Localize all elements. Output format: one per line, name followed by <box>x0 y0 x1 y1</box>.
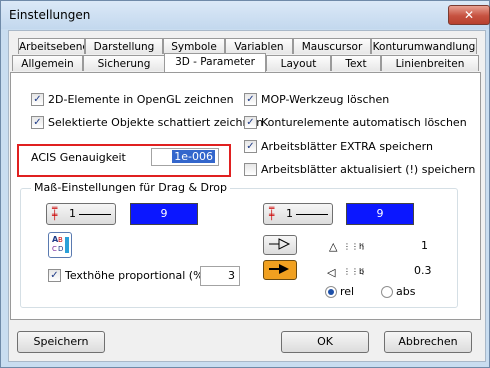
label-selected-shaded: Selektierte Objekte schattiert zeichnen <box>48 116 264 129</box>
save-button[interactable]: Speichern <box>17 331 105 353</box>
title-bar[interactable]: Einstellungen ✕ <box>1 1 490 29</box>
b-value: 0.3 <box>414 264 432 277</box>
tab-layout[interactable]: Layout <box>266 55 331 71</box>
filled-arrow-icon <box>269 264 289 274</box>
close-icon: ✕ <box>463 8 475 22</box>
label-contour-delete: Konturelemente automatisch löschen <box>261 116 467 129</box>
left-linestyle-button[interactable]: ═ ╪ 1 <box>46 203 116 225</box>
triangle-icon: △ <box>329 240 338 253</box>
right-color-box[interactable]: 9 <box>346 203 414 225</box>
checkbox-updated-save[interactable] <box>244 163 257 176</box>
label-extra-save: Arbeitsblätter EXTRA speichern <box>261 140 433 153</box>
right-linestyle-button[interactable]: ═ ╪ 1 <box>263 203 333 225</box>
text-style-icon: A B C D <box>52 235 69 253</box>
radio-abs[interactable] <box>381 286 393 298</box>
checkbox-text-height[interactable]: ✓ <box>48 269 61 282</box>
checkbox-contour-delete[interactable]: ✓ <box>244 116 257 129</box>
left-line-value: 1 <box>69 207 76 220</box>
checkbox-mop-delete[interactable]: ✓ <box>244 93 257 106</box>
tab-sicherung[interactable]: Sicherung <box>83 55 165 71</box>
window-title: Einstellungen <box>9 8 91 22</box>
acis-precision-input[interactable]: 1e-006 <box>151 148 219 166</box>
label-2d-opengl: 2D-Elemente in OpenGL zeichnen <box>48 93 234 106</box>
text-height-value: 3 <box>228 269 235 282</box>
filled-arrow-button[interactable] <box>263 260 297 280</box>
svg-text:D: D <box>58 245 63 253</box>
b-label: b <box>359 267 365 276</box>
radio-rel[interactable] <box>325 286 337 298</box>
tab-text[interactable]: Text <box>331 55 381 71</box>
tab-arbeitsebene[interactable]: Arbeitsebene <box>18 38 85 54</box>
svg-text:C: C <box>52 245 57 253</box>
wedge-icon: ◁ <box>327 266 336 279</box>
cancel-button[interactable]: Abbrechen <box>384 331 472 353</box>
tab-3d-parameter[interactable]: 3D - Parameter <box>164 53 266 72</box>
label-updated-save: Arbeitsblätter aktualisiert (!) speicher… <box>261 163 476 176</box>
open-arrow-icon <box>269 238 291 250</box>
dimension-line-icon: ═ ╪ <box>52 204 58 221</box>
checkbox-extra-save[interactable]: ✓ <box>244 140 257 153</box>
radio-abs-label: abs <box>396 285 416 298</box>
label-text-height: Texthöhe proportional (%) <box>65 269 208 282</box>
dimension-line-icon: ═ ╪ <box>269 204 275 221</box>
drag-drop-group-title: Maß-Einstellungen für Drag & Drop <box>31 181 231 194</box>
label-mop-delete: MOP-Werkzeug löschen <box>261 93 390 106</box>
acis-label: ACIS Genauigkeit <box>31 151 126 164</box>
right-line-value: 1 <box>286 207 293 220</box>
text-height-input[interactable]: 3 <box>200 266 240 286</box>
tab-variablen[interactable]: Variablen <box>225 38 293 54</box>
tab-konturumwandlung[interactable]: Konturumwandlung <box>371 38 477 54</box>
ok-button[interactable]: OK <box>281 331 369 353</box>
radio-rel-label: rel <box>340 285 355 298</box>
svg-text:B: B <box>58 236 63 244</box>
h-label: h <box>359 242 365 251</box>
checkbox-selected-shaded[interactable]: ✓ <box>31 116 44 129</box>
tab-linienbreiten[interactable]: Linienbreiten <box>381 55 479 71</box>
left-color-box[interactable]: 9 <box>130 203 198 225</box>
acis-precision-value: 1e-006 <box>172 150 215 163</box>
tab-mauscursor[interactable]: Mauscursor <box>293 38 371 54</box>
close-button[interactable]: ✕ <box>448 5 490 25</box>
tab-darstellung[interactable]: Darstellung <box>85 38 163 54</box>
settings-dialog: Einstellungen ✕ Arbeitsebene Darstellung… <box>0 0 490 368</box>
tab-allgemein[interactable]: Allgemein <box>12 55 83 71</box>
h-value: 1 <box>421 239 428 252</box>
tab-symbole[interactable]: Symbole <box>163 38 225 54</box>
text-style-button[interactable]: A B C D <box>48 232 72 258</box>
open-arrow-button[interactable] <box>263 235 297 255</box>
checkbox-2d-opengl[interactable]: ✓ <box>31 93 44 106</box>
